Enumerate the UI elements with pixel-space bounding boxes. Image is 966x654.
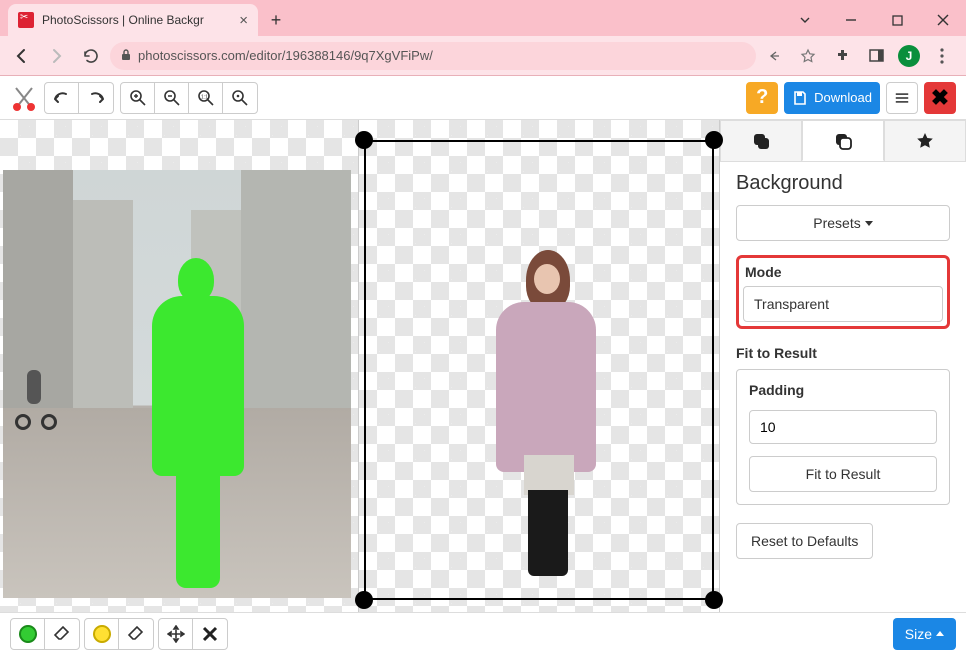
reload-button[interactable] (76, 42, 104, 70)
browser-address-bar: photoscissors.com/editor/196388146/9q7Xg… (0, 36, 966, 76)
profile-avatar[interactable]: J (898, 45, 920, 67)
window-caret-icon[interactable] (782, 4, 828, 36)
help-button[interactable]: ? (746, 82, 778, 114)
crop-handle-tl[interactable] (355, 131, 373, 149)
window-minimize-icon[interactable] (828, 4, 874, 36)
svg-text:1:1: 1:1 (201, 94, 208, 100)
eraser-icon (53, 626, 71, 642)
eraser-icon (127, 626, 145, 642)
forward-button[interactable] (42, 42, 70, 70)
star-icon[interactable] (796, 44, 820, 68)
window-close-icon[interactable] (920, 4, 966, 36)
side-panel: Background Presets Mode Transparent Fit … (720, 120, 966, 612)
app-close-button[interactable]: ✖ (924, 82, 956, 114)
new-tab-button[interactable]: + (262, 6, 290, 34)
erase-foreground-button[interactable] (45, 619, 79, 649)
star-filled-icon (915, 131, 935, 151)
padding-input[interactable] (749, 410, 937, 444)
presets-label: Presets (813, 215, 860, 231)
mode-value: Transparent (754, 296, 829, 312)
window-controls (782, 4, 966, 36)
app-toolbar: 1:1 ? Download ✖ (0, 76, 966, 120)
undo-redo-group (44, 82, 114, 114)
foreground-mask (138, 258, 258, 598)
zoom-fit-button[interactable]: 1:1 (189, 83, 223, 113)
share-icon[interactable] (762, 44, 786, 68)
tab-effects[interactable] (884, 120, 966, 161)
main-workspace: Background Presets Mode Transparent Fit … (0, 120, 966, 612)
app-logo[interactable] (10, 84, 38, 112)
move-icon (167, 625, 185, 643)
bottom-toolbar: Size (0, 612, 966, 654)
fit-to-result-button[interactable]: Fit to Result (749, 456, 937, 492)
yellow-circle-icon (93, 625, 111, 643)
url-field[interactable]: photoscissors.com/editor/196388146/9q7Xg… (110, 42, 756, 70)
background-heading: Background (736, 172, 950, 195)
size-label: Size (905, 626, 932, 642)
crop-handle-bl[interactable] (355, 591, 373, 609)
source-canvas[interactable] (0, 120, 358, 612)
crop-handle-br[interactable] (705, 591, 723, 609)
zoom-group: 1:1 (120, 82, 258, 114)
clear-tool-button[interactable] (193, 619, 227, 649)
tab-foreground[interactable] (720, 120, 802, 161)
browser-titlebar: PhotoScissors | Online Backgr × + (0, 0, 966, 36)
tab-favicon (18, 12, 34, 28)
tab-title: PhotoScissors | Online Backgr (42, 13, 204, 27)
tab-close-icon[interactable]: × (239, 12, 248, 29)
back-button[interactable] (8, 42, 36, 70)
download-button[interactable]: Download (784, 82, 880, 114)
lock-icon (120, 48, 132, 64)
erase-background-button[interactable] (119, 619, 153, 649)
layers-filled-icon (751, 131, 771, 151)
side-tabs (720, 120, 966, 162)
green-circle-icon (19, 625, 37, 643)
undo-button[interactable] (45, 83, 79, 113)
zoom-out-button[interactable] (155, 83, 189, 113)
mark-background-button[interactable] (85, 619, 119, 649)
crop-handle-tr[interactable] (705, 131, 723, 149)
brush-size-button[interactable]: Size (893, 618, 956, 650)
tab-background[interactable] (802, 120, 884, 161)
redo-button[interactable] (79, 83, 113, 113)
mode-highlight: Mode Transparent (736, 255, 950, 329)
side-panel-icon[interactable] (864, 44, 888, 68)
move-tool-button[interactable] (159, 619, 193, 649)
save-icon (792, 90, 808, 106)
mode-label: Mode (745, 264, 943, 280)
download-label: Download (814, 90, 872, 105)
crop-frame[interactable] (364, 140, 714, 600)
fit-heading: Fit to Result (736, 345, 950, 361)
zoom-original-button[interactable] (223, 83, 257, 113)
fit-block: Padding Fit to Result (736, 369, 950, 505)
x-icon (202, 626, 218, 642)
chevron-down-icon (865, 221, 873, 226)
layers-outline-icon (833, 131, 853, 151)
cutout-subject (482, 250, 612, 590)
chevron-up-icon (936, 631, 944, 636)
result-canvas[interactable] (358, 120, 720, 612)
app-menu-button[interactable] (886, 82, 918, 114)
mark-foreground-button[interactable] (11, 619, 45, 649)
mode-select[interactable]: Transparent (743, 286, 943, 322)
padding-label: Padding (749, 382, 937, 398)
zoom-in-button[interactable] (121, 83, 155, 113)
reset-defaults-button[interactable]: Reset to Defaults (736, 523, 873, 559)
extensions-icon[interactable] (830, 44, 854, 68)
window-maximize-icon[interactable] (874, 4, 920, 36)
presets-dropdown[interactable]: Presets (736, 205, 950, 241)
source-image (3, 170, 351, 598)
browser-tab[interactable]: PhotoScissors | Online Backgr × (8, 4, 258, 36)
browser-menu-icon[interactable] (930, 44, 954, 68)
url-text: photoscissors.com/editor/196388146/9q7Xg… (138, 48, 433, 63)
